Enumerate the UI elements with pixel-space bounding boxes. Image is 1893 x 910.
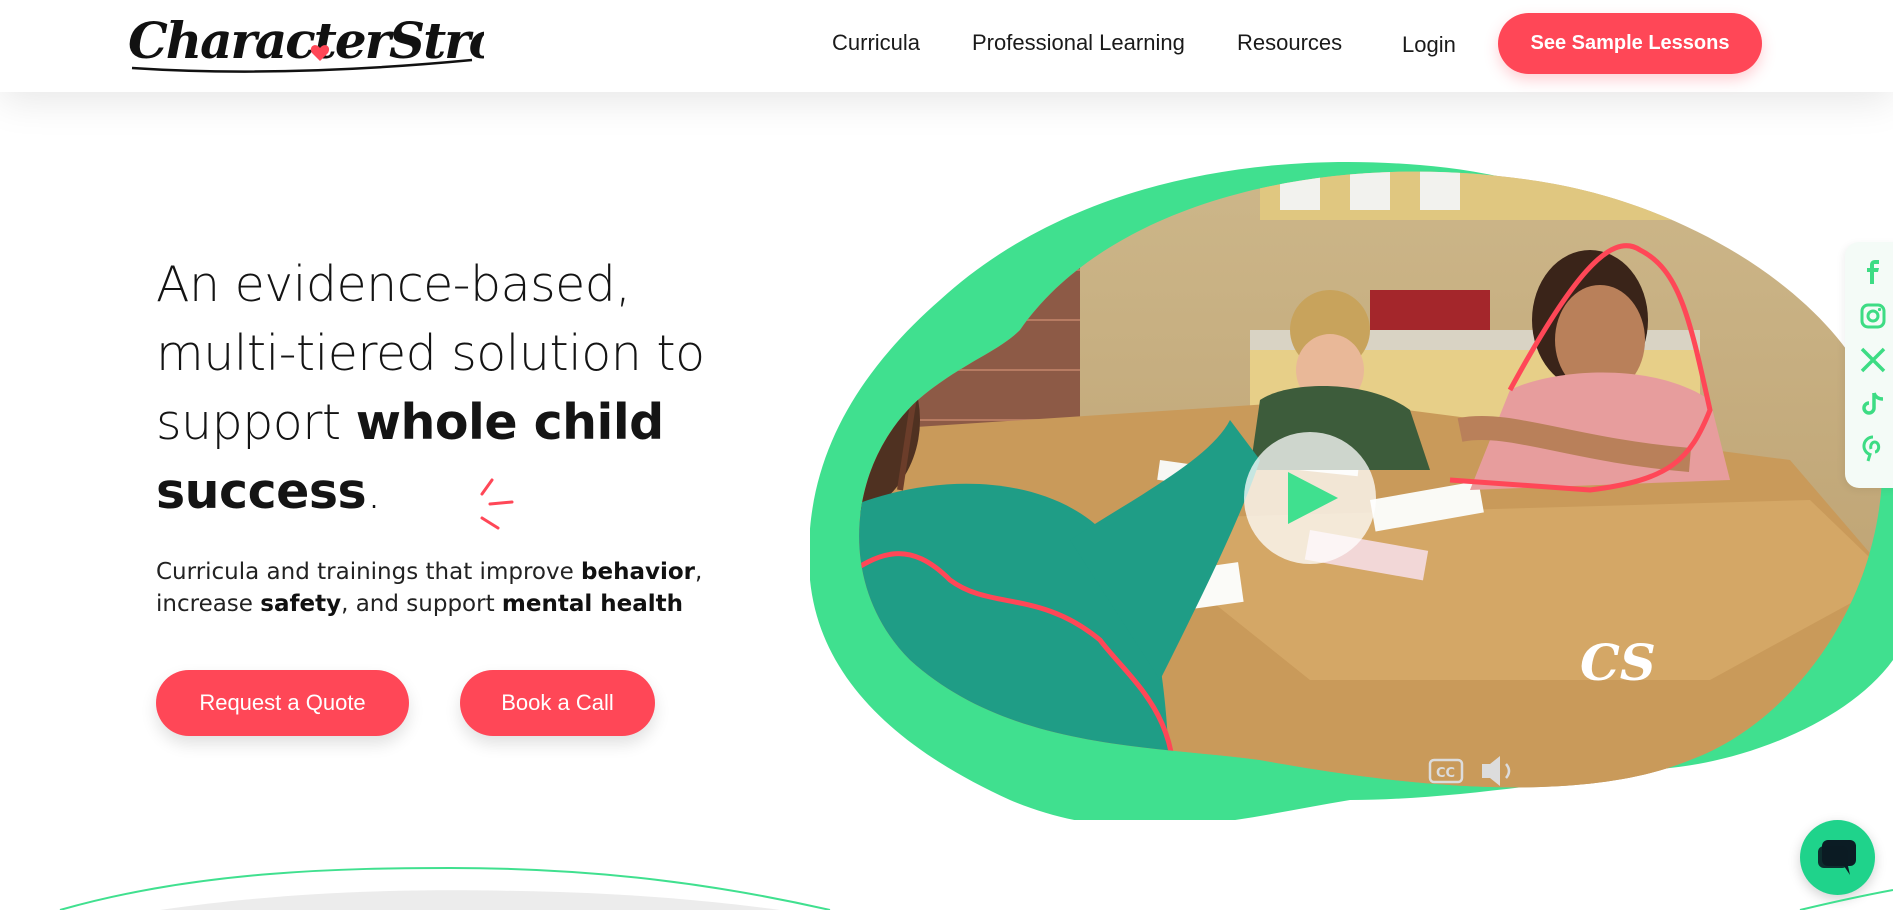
characterstrong-logo[interactable]: CharacterStrong [124, 2, 570, 84]
logo-wordmark: CharacterStrong [128, 11, 570, 73]
sub-bold-mental-health: mental health [501, 591, 683, 617]
site-header: CharacterStrong Curricula Professional L… [0, 0, 1893, 92]
social-links-bar [1845, 242, 1893, 488]
nav-professional-learning[interactable]: Professional Learning [972, 30, 1185, 56]
hero-video[interactable]: CS CC [808, 160, 1893, 828]
headline-end: . [366, 463, 382, 520]
facebook-icon[interactable] [1859, 258, 1887, 286]
book-call-button[interactable]: Book a Call [460, 670, 655, 736]
logo-text: CharacterStrong [128, 11, 484, 70]
hero-headline: An evidence-based, multi-tiered solution… [156, 250, 716, 526]
instagram-icon[interactable] [1859, 302, 1887, 330]
play-button[interactable] [1244, 432, 1376, 564]
nav-login[interactable]: Login [1402, 32, 1456, 58]
request-quote-button[interactable]: Request a Quote [156, 670, 409, 736]
video-watermark: CS [1580, 633, 1656, 692]
section-divider-arc [59, 866, 1893, 910]
sub-text-3: , and support [341, 591, 502, 617]
nav-curricula[interactable]: Curricula [832, 30, 920, 56]
nav-resources[interactable]: Resources [1237, 30, 1342, 56]
sub-bold-behavior: behavior [581, 559, 696, 585]
pinterest-icon[interactable] [1859, 434, 1887, 462]
tiktok-icon[interactable] [1859, 390, 1887, 418]
sparkle-icon [480, 478, 514, 530]
sub-text-1: Curricula and trainings that improve [156, 559, 582, 585]
see-sample-lessons-button[interactable]: See Sample Lessons [1498, 13, 1762, 74]
hero-subtext: Curricula and trainings that improve beh… [156, 556, 716, 620]
sub-bold-safety: safety [260, 591, 342, 617]
x-icon[interactable] [1859, 346, 1887, 374]
svg-text:CC: CC [1436, 766, 1455, 781]
